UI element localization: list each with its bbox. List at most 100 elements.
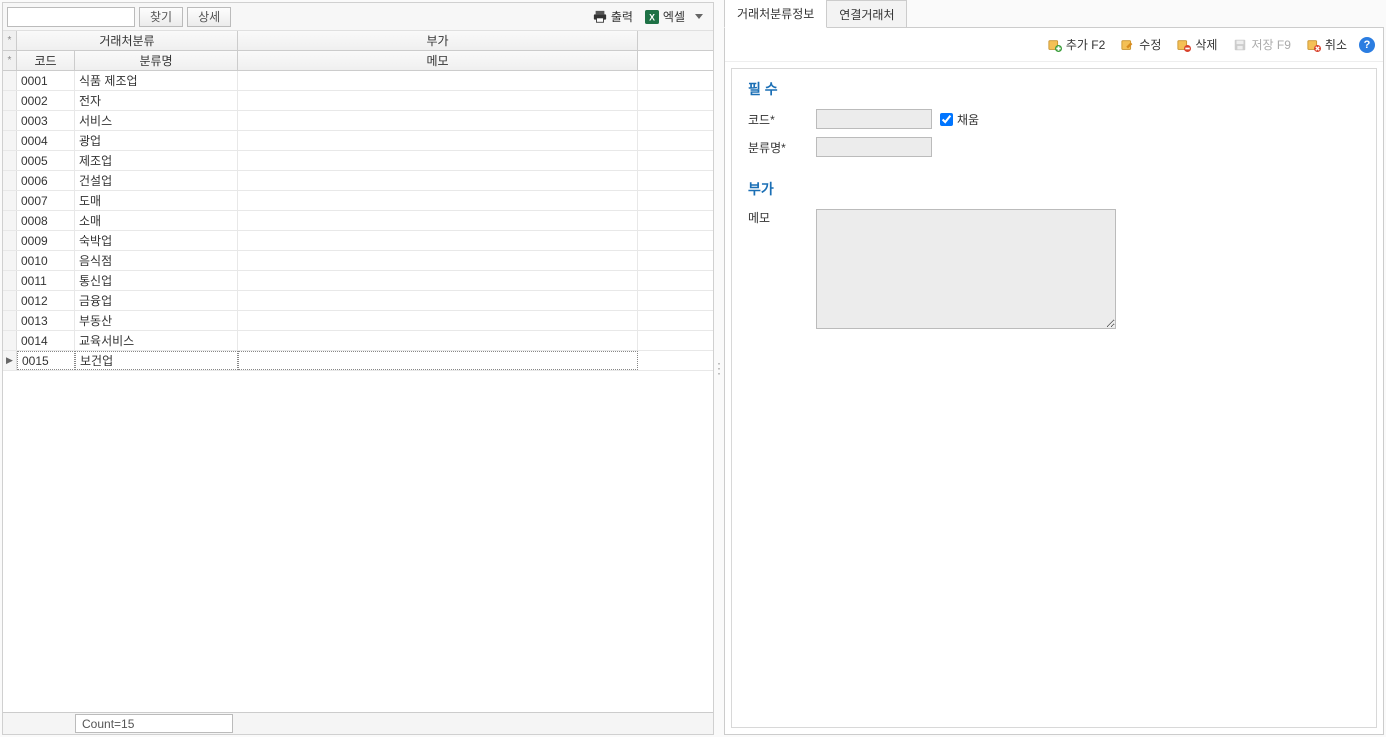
fill-checkbox-wrap[interactable]: 채움	[940, 111, 979, 128]
cell-code[interactable]: 0012	[17, 291, 75, 310]
edit-button[interactable]: 수정	[1117, 34, 1165, 55]
right-content: 추가 F2 수정 삭제	[724, 27, 1384, 735]
cell-memo[interactable]	[238, 271, 638, 290]
cell-memo[interactable]	[238, 251, 638, 270]
cell-code[interactable]: 0001	[17, 71, 75, 90]
cell-memo[interactable]	[238, 171, 638, 190]
grid: * 거래처분류 부가 * 코드 분류명 메모 0001식품 제조업0002전자0…	[3, 31, 713, 734]
table-row[interactable]: 0007도매	[3, 191, 713, 211]
table-row[interactable]: 0004광업	[3, 131, 713, 151]
footer-spacer	[3, 713, 75, 734]
col-header-code[interactable]: 코드	[17, 51, 75, 70]
row-indicator: ▶	[3, 351, 17, 370]
find-button[interactable]: 찾기	[139, 7, 183, 27]
add-button[interactable]: 추가 F2	[1044, 34, 1109, 55]
cell-name[interactable]: 부동산	[75, 311, 238, 330]
col-header-memo[interactable]: 메모	[238, 51, 638, 70]
cell-name[interactable]: 교육서비스	[75, 331, 238, 350]
name-input[interactable]	[816, 137, 932, 157]
footer-count: Count=15	[75, 714, 233, 733]
grid-header-groups: * 거래처분류 부가	[3, 31, 713, 51]
memo-input[interactable]	[816, 209, 1116, 329]
row-indicator	[3, 91, 17, 110]
cell-memo[interactable]	[238, 331, 638, 350]
left-toolbar: 찾기 상세 출력 X 엑셀	[3, 3, 713, 31]
print-button[interactable]: 출력	[587, 6, 639, 27]
search-input[interactable]	[7, 7, 135, 27]
table-row[interactable]: 0011통신업	[3, 271, 713, 291]
cell-name[interactable]: 소매	[75, 211, 238, 230]
cell-name[interactable]: 건설업	[75, 171, 238, 190]
cell-memo[interactable]	[238, 351, 638, 370]
cell-name[interactable]: 숙박업	[75, 231, 238, 250]
cell-code[interactable]: 0002	[17, 91, 75, 110]
cell-memo[interactable]	[238, 151, 638, 170]
cell-name[interactable]: 서비스	[75, 111, 238, 130]
form-row-code: 코드* 채움	[748, 109, 1360, 129]
grid-body[interactable]: 0001식품 제조업0002전자0003서비스0004광업0005제조업0006…	[3, 71, 713, 712]
cell-name[interactable]: 제조업	[75, 151, 238, 170]
table-row[interactable]: 0003서비스	[3, 111, 713, 131]
table-row[interactable]: 0010음식점	[3, 251, 713, 271]
cell-memo[interactable]	[238, 211, 638, 230]
cell-name[interactable]: 금융업	[75, 291, 238, 310]
row-indicator	[3, 131, 17, 150]
table-row[interactable]: 0014교육서비스	[3, 331, 713, 351]
cell-name[interactable]: 전자	[75, 91, 238, 110]
cell-name[interactable]: 통신업	[75, 271, 238, 290]
cell-memo[interactable]	[238, 291, 638, 310]
table-row[interactable]: 0005제조업	[3, 151, 713, 171]
table-row[interactable]: 0012금융업	[3, 291, 713, 311]
row-indicator	[3, 151, 17, 170]
cell-code[interactable]: 0013	[17, 311, 75, 330]
delete-button[interactable]: 삭제	[1173, 34, 1221, 55]
cell-name[interactable]: 광업	[75, 131, 238, 150]
left-panel: 찾기 상세 출력 X 엑셀 * 거래처분류 부가	[2, 2, 714, 735]
cell-memo[interactable]	[238, 111, 638, 130]
cell-code[interactable]: 0010	[17, 251, 75, 270]
cell-memo[interactable]	[238, 231, 638, 250]
cancel-button[interactable]: 취소	[1303, 34, 1351, 55]
tab-linked-partners[interactable]: 연결거래처	[826, 0, 907, 28]
save-icon	[1233, 38, 1247, 52]
table-row[interactable]: 0001식품 제조업	[3, 71, 713, 91]
cancel-icon	[1307, 38, 1321, 52]
add-icon	[1048, 38, 1062, 52]
cell-memo[interactable]	[238, 71, 638, 90]
cell-code[interactable]: 0011	[17, 271, 75, 290]
excel-button[interactable]: X 엑셀	[639, 6, 709, 27]
code-input[interactable]	[816, 109, 932, 129]
cell-name[interactable]: 보건업	[75, 351, 238, 370]
cell-code[interactable]: 0006	[17, 171, 75, 190]
row-indicator	[3, 251, 17, 270]
cell-code[interactable]: 0015	[17, 351, 75, 370]
cell-memo[interactable]	[238, 91, 638, 110]
cell-code[interactable]: 0004	[17, 131, 75, 150]
table-row[interactable]: ▶0015보건업	[3, 351, 713, 371]
col-header-name[interactable]: 분류명	[75, 51, 238, 70]
table-row[interactable]: 0006건설업	[3, 171, 713, 191]
cell-code[interactable]: 0003	[17, 111, 75, 130]
cell-code[interactable]: 0014	[17, 331, 75, 350]
table-row[interactable]: 0002전자	[3, 91, 713, 111]
cell-code[interactable]: 0005	[17, 151, 75, 170]
tab-classification-info[interactable]: 거래처분류정보	[724, 0, 827, 28]
table-row[interactable]: 0009숙박업	[3, 231, 713, 251]
cell-memo[interactable]	[238, 311, 638, 330]
cell-code[interactable]: 0008	[17, 211, 75, 230]
cell-name[interactable]: 도매	[75, 191, 238, 210]
delete-icon	[1177, 38, 1191, 52]
cell-code[interactable]: 0007	[17, 191, 75, 210]
table-row[interactable]: 0008소매	[3, 211, 713, 231]
detail-button[interactable]: 상세	[187, 7, 231, 27]
fill-checkbox[interactable]	[940, 113, 953, 126]
cell-memo[interactable]	[238, 191, 638, 210]
header-group-left: 거래처분류	[17, 31, 238, 50]
cell-code[interactable]: 0009	[17, 231, 75, 250]
help-button[interactable]: ?	[1359, 37, 1375, 53]
cell-name[interactable]: 식품 제조업	[75, 71, 238, 90]
table-row[interactable]: 0013부동산	[3, 311, 713, 331]
cell-name[interactable]: 음식점	[75, 251, 238, 270]
splitter[interactable]	[716, 0, 722, 737]
cell-memo[interactable]	[238, 131, 638, 150]
